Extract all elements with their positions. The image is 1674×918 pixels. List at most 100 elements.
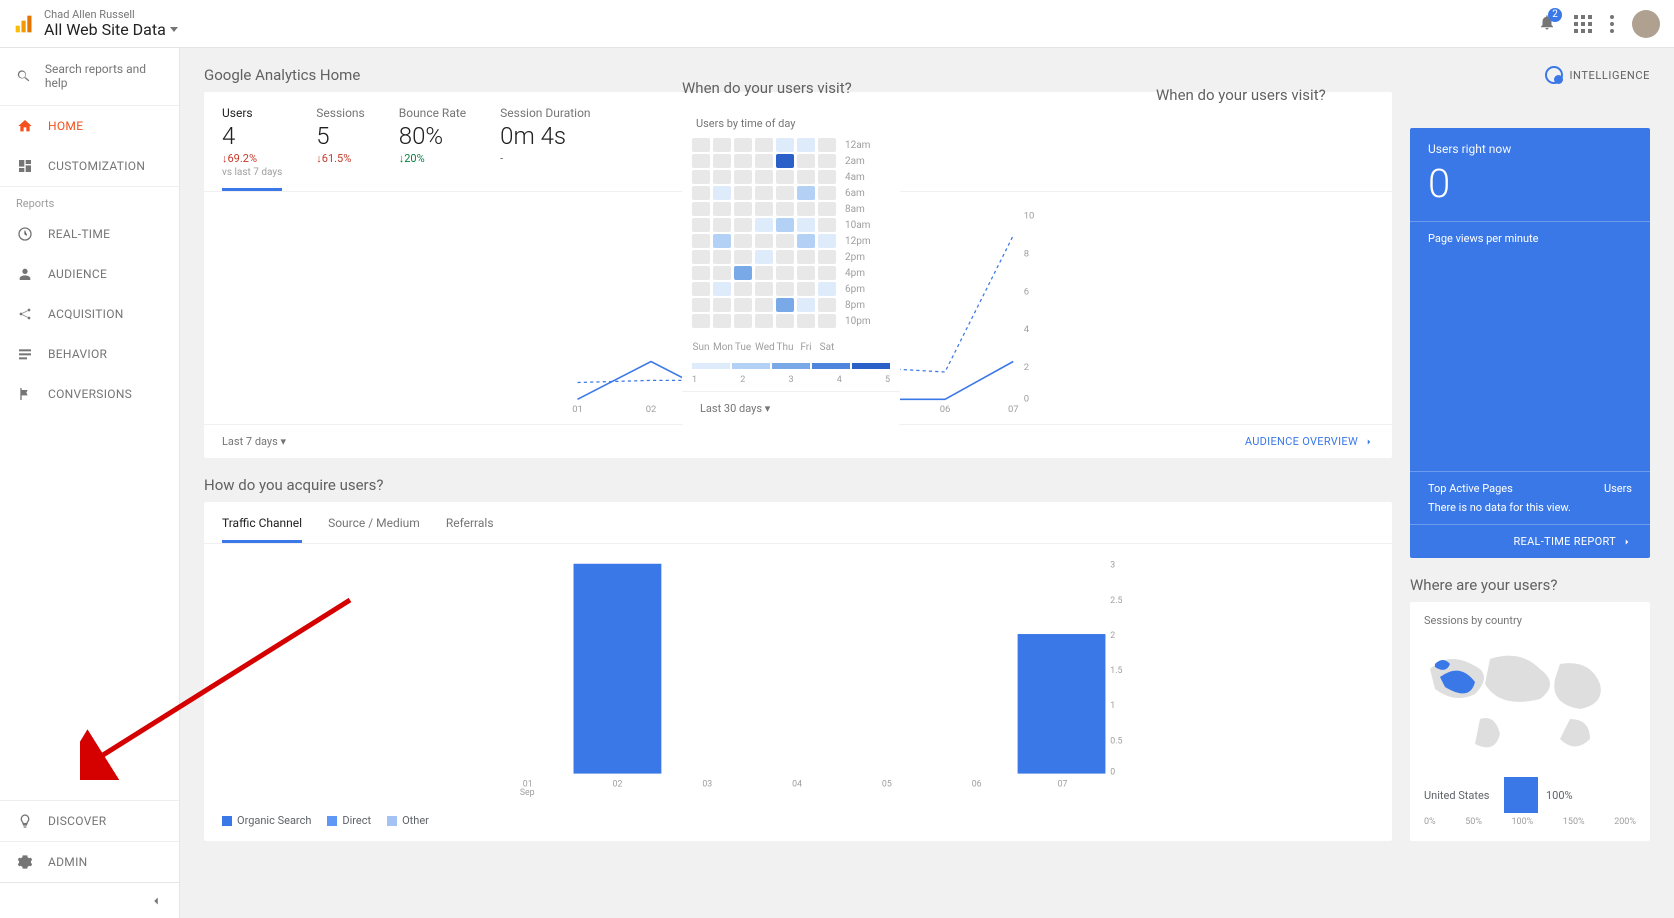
sidebar-collapse-button[interactable]	[0, 882, 179, 918]
heat-cell	[776, 138, 794, 152]
svg-text:1.5: 1.5	[1110, 666, 1122, 676]
ov-tab-bounce[interactable]: Bounce Rate 80% ↓20%	[399, 106, 466, 191]
realtime-card: Users right now 0 Page views per minute …	[1410, 128, 1650, 558]
heat-cell	[818, 138, 836, 152]
logo-area[interactable]: Chad Allen Russell All Web Site Data	[14, 9, 178, 39]
sidebar-item-label: CONVERSIONS	[48, 387, 132, 401]
acquisition-chart: 32.52 1.510.50 01Sep 020304 050607	[204, 544, 1392, 804]
sidebar-item-discover[interactable]: DISCOVER	[0, 801, 179, 841]
heat-cell	[713, 282, 731, 296]
heat-cell	[797, 154, 815, 168]
rt-pvm: Page views per minute	[1410, 221, 1650, 255]
svg-text:0.5: 0.5	[1110, 736, 1122, 746]
view-name[interactable]: All Web Site Data	[44, 21, 178, 39]
apps-icon[interactable]	[1574, 15, 1592, 33]
sidebar-item-customization[interactable]: CUSTOMIZATION	[0, 146, 179, 186]
heat-cell	[776, 314, 794, 328]
heat-cell	[692, 186, 710, 200]
sidebar-item-admin[interactable]: ADMIN	[0, 842, 179, 882]
heat-cell	[818, 154, 836, 168]
acquisition-card: Traffic Channel Source / Medium Referral…	[204, 502, 1392, 841]
heat-cell	[776, 266, 794, 280]
avatar[interactable]	[1632, 10, 1660, 38]
ac-tab-referrals[interactable]: Referrals	[446, 516, 494, 543]
flag-icon	[17, 386, 33, 402]
heatmap-card: When do your users visit? Users by time …	[682, 105, 900, 425]
heat-cell	[755, 250, 773, 264]
svg-text:07: 07	[1008, 404, 1019, 414]
heat-cell	[818, 170, 836, 184]
heat-cell	[818, 314, 836, 328]
list-icon	[17, 346, 33, 362]
heatmap-range-selector[interactable]: Last 30 days ▾	[700, 402, 770, 415]
sidebar-item-acquisition[interactable]: ACQUISITION	[0, 294, 179, 334]
audience-overview-link[interactable]: AUDIENCE OVERVIEW	[1245, 435, 1374, 448]
heat-cell	[713, 218, 731, 232]
realtime-report-link[interactable]: REAL-TIME REPORT	[1410, 524, 1650, 558]
heat-cell	[755, 282, 773, 296]
bulb-icon	[17, 813, 33, 829]
heat-cell	[776, 282, 794, 296]
share-icon	[17, 306, 33, 322]
heat-cell	[692, 154, 710, 168]
svg-text:3: 3	[1110, 561, 1115, 571]
world-map	[1418, 639, 1642, 759]
svg-text:2: 2	[1110, 631, 1115, 641]
svg-text:0: 0	[1024, 393, 1029, 404]
ov-tab-users[interactable]: Users 4 ↓69.2% vs last 7 days	[222, 106, 282, 191]
notifications-button[interactable]: 2	[1538, 13, 1556, 35]
overview-range-selector[interactable]: Last 7 days ▾	[222, 435, 286, 448]
heat-cell	[776, 250, 794, 264]
heat-cell	[692, 138, 710, 152]
heat-cell	[713, 266, 731, 280]
sidebar-item-audience[interactable]: AUDIENCE	[0, 254, 179, 294]
svg-text:02: 02	[613, 779, 623, 789]
ov-tab-sessions[interactable]: Sessions 5 ↓61.5%	[316, 106, 364, 191]
sidebar-item-label: ADMIN	[48, 855, 88, 869]
heat-cell	[755, 218, 773, 232]
heat-cell	[776, 234, 794, 248]
heat-cell	[755, 266, 773, 280]
heat-cell	[692, 250, 710, 264]
section-label-reports: Reports	[0, 187, 179, 214]
heat-cell	[734, 218, 752, 232]
sidebar-item-realtime[interactable]: REAL-TIME	[0, 214, 179, 254]
svg-text:07: 07	[1058, 779, 1068, 789]
heat-cell	[734, 282, 752, 296]
sidebar: Search reports and help HOME CUSTOMIZATI…	[0, 48, 180, 918]
search-input[interactable]: Search reports and help	[0, 48, 179, 105]
heat-cell	[734, 138, 752, 152]
sidebar-item-conversions[interactable]: CONVERSIONS	[0, 374, 179, 414]
acquisition-title: How do you acquire users?	[204, 476, 1392, 494]
gear-icon	[17, 854, 33, 870]
svg-text:06: 06	[972, 779, 982, 789]
heat-cell	[713, 154, 731, 168]
heat-cell	[734, 298, 752, 312]
svg-text:03: 03	[702, 779, 712, 789]
heat-cell	[692, 314, 710, 328]
ac-tab-channel[interactable]: Traffic Channel	[222, 516, 302, 543]
overflow-menu-icon[interactable]	[1610, 15, 1614, 33]
ac-tab-source[interactable]: Source / Medium	[328, 516, 420, 543]
svg-text:05: 05	[882, 779, 892, 789]
sidebar-item-label: ACQUISITION	[48, 307, 124, 321]
chevron-left-icon	[149, 894, 163, 908]
sidebar-item-label: CUSTOMIZATION	[48, 159, 145, 173]
geo-title: Where are your users?	[1410, 576, 1650, 594]
ov-tab-duration[interactable]: Session Duration 0m 4s -	[500, 106, 590, 191]
heat-cell	[692, 282, 710, 296]
heat-cell	[713, 250, 731, 264]
heat-cell	[755, 234, 773, 248]
account-name: Chad Allen Russell	[44, 9, 178, 21]
heat-cell	[818, 186, 836, 200]
sidebar-item-behavior[interactable]: BEHAVIOR	[0, 334, 179, 374]
geo-country: United States	[1424, 789, 1496, 802]
sidebar-item-home[interactable]: HOME	[0, 106, 179, 146]
heat-cell	[818, 298, 836, 312]
heat-cell	[776, 186, 794, 200]
intelligence-link[interactable]: INTELLIGENCE	[1410, 66, 1650, 84]
svg-text:10: 10	[1024, 211, 1035, 222]
rt-nodata: There is no data for this view.	[1428, 501, 1632, 514]
heat-cell	[713, 314, 731, 328]
heat-cell	[692, 218, 710, 232]
